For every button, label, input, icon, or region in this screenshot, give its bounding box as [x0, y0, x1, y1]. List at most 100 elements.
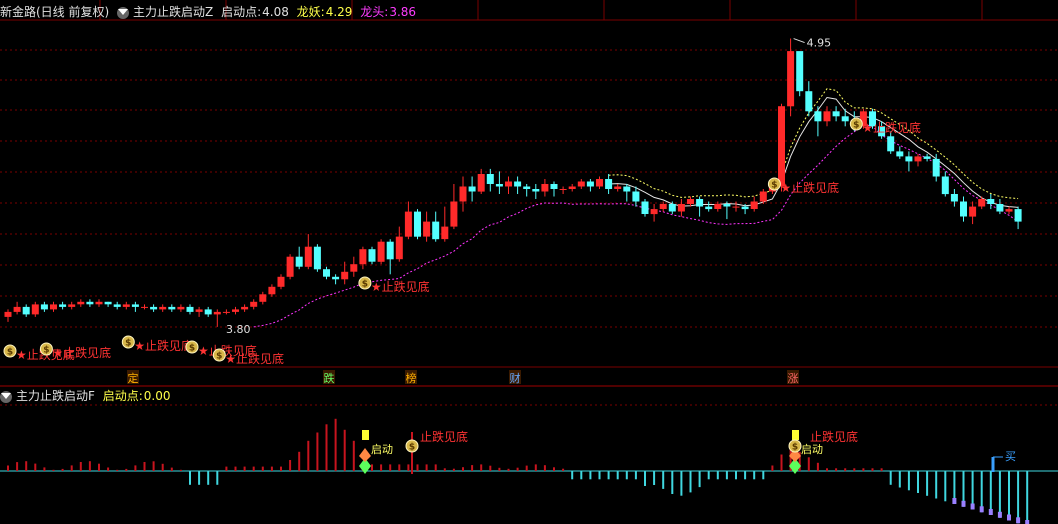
candle-body[interactable] — [896, 151, 904, 157]
candle-body[interactable] — [450, 201, 458, 227]
candle-body[interactable] — [823, 111, 831, 122]
indicator-menu-icon[interactable] — [117, 6, 130, 19]
sub-bar[interactable] — [598, 471, 601, 480]
candle-body[interactable] — [605, 179, 613, 189]
candle-body[interactable] — [550, 184, 558, 189]
candle-body[interactable] — [86, 301, 94, 305]
sub-bar[interactable] — [207, 471, 210, 485]
sub-bar[interactable] — [1008, 471, 1010, 521]
sub-bar[interactable] — [680, 471, 683, 496]
sub-bar[interactable] — [480, 464, 483, 471]
sub-bar[interactable] — [889, 471, 892, 485]
candle-body[interactable] — [77, 301, 85, 305]
candle-body[interactable] — [586, 181, 594, 187]
candle-body[interactable] — [95, 301, 103, 305]
candle-body[interactable] — [295, 256, 303, 267]
sub-bar[interactable] — [753, 471, 756, 480]
candle-body[interactable] — [13, 306, 21, 312]
sub-bar[interactable] — [289, 460, 292, 471]
sub-indicator-name[interactable]: 主力止跌启动F — [16, 389, 95, 403]
sub-bar[interactable] — [70, 465, 73, 471]
kline-chart[interactable]: 4.953.80$★止跌见底$★止跌见底$★止跌见底$★止跌见底$★止跌见底$★… — [0, 0, 1058, 524]
sub-bar[interactable] — [671, 471, 674, 494]
sub-bar[interactable] — [216, 471, 219, 485]
candle-body[interactable] — [978, 199, 986, 207]
candle-body[interactable] — [286, 256, 294, 277]
candle-body[interactable] — [960, 201, 967, 217]
sub-bar[interactable] — [625, 471, 628, 480]
sub-bar[interactable] — [507, 468, 510, 471]
sub-bar[interactable] — [926, 471, 929, 496]
candle-body[interactable] — [159, 306, 167, 310]
candle-body[interactable] — [687, 199, 694, 204]
candle-body[interactable] — [131, 304, 139, 307]
candle-body[interactable] — [486, 174, 494, 184]
candle-body[interactable] — [905, 156, 913, 162]
sub-bar[interactable] — [862, 468, 865, 472]
candle-body[interactable] — [268, 286, 276, 295]
candle-body[interactable] — [423, 221, 431, 237]
candle-body[interactable] — [841, 116, 849, 122]
sub-bar[interactable] — [543, 465, 546, 471]
candle-body[interactable] — [650, 209, 658, 215]
sub-bar[interactable] — [698, 471, 701, 488]
sub-bar[interactable] — [79, 462, 82, 471]
sub-bar[interactable] — [125, 468, 128, 471]
candle-body[interactable] — [332, 276, 340, 280]
sub-bar[interactable] — [489, 465, 492, 471]
candle-body[interactable] — [414, 211, 421, 237]
candle-body[interactable] — [950, 194, 958, 202]
candle-body[interactable] — [741, 206, 749, 210]
candle-body[interactable] — [969, 206, 977, 217]
sub-bar[interactable] — [16, 462, 19, 471]
candle-body[interactable] — [832, 111, 840, 117]
candle-body[interactable] — [541, 184, 549, 192]
sub-bar[interactable] — [170, 467, 173, 471]
candle-body[interactable] — [50, 304, 57, 310]
sub-bar[interactable] — [744, 471, 747, 480]
candle-body[interactable] — [304, 246, 312, 267]
candle-body[interactable] — [932, 158, 940, 177]
candle-body[interactable] — [614, 186, 622, 190]
candle-body[interactable] — [68, 304, 76, 307]
candle-body[interactable] — [404, 211, 412, 237]
candle-body[interactable] — [696, 199, 704, 207]
candle-body[interactable] — [941, 176, 949, 195]
sub-bar[interactable] — [871, 468, 874, 472]
candle-body[interactable] — [241, 306, 249, 310]
sub-bar[interactable] — [389, 464, 392, 471]
candle-body[interactable] — [641, 201, 649, 215]
candle-body[interactable] — [796, 51, 804, 92]
sub-bar[interactable] — [352, 440, 355, 472]
candle-body[interactable] — [377, 241, 385, 262]
sub-bar[interactable] — [807, 457, 810, 472]
candle-body[interactable] — [514, 181, 522, 187]
sub-bar[interactable] — [307, 440, 310, 472]
sub-bar[interactable] — [571, 471, 574, 480]
candle-body[interactable] — [714, 204, 722, 209]
sub-bar[interactable] — [61, 468, 64, 471]
sub-bar[interactable] — [52, 469, 55, 471]
candle-body[interactable] — [213, 311, 221, 315]
sub-bar[interactable] — [179, 469, 182, 471]
candle-body[interactable] — [386, 241, 394, 260]
candle-body[interactable] — [677, 204, 685, 212]
candle-body[interactable] — [113, 304, 121, 307]
sub-bar[interactable] — [853, 468, 856, 472]
candle-body[interactable] — [814, 111, 822, 122]
candle-body[interactable] — [705, 206, 713, 210]
candle-body[interactable] — [523, 186, 531, 190]
sub-bar[interactable] — [25, 461, 28, 471]
sub-bar[interactable] — [189, 471, 191, 485]
candle-body[interactable] — [4, 311, 12, 317]
candle-body[interactable] — [31, 304, 39, 315]
candle-body[interactable] — [723, 204, 731, 207]
sub-bar[interactable] — [644, 471, 646, 486]
sub-bar[interactable] — [816, 462, 819, 472]
sub-bar[interactable] — [534, 464, 537, 471]
sub-bar[interactable] — [725, 471, 728, 480]
sub-bar[interactable] — [498, 467, 501, 471]
sub-bar[interactable] — [198, 471, 201, 485]
sub-bar[interactable] — [780, 454, 783, 472]
sub-bar[interactable] — [316, 432, 319, 472]
